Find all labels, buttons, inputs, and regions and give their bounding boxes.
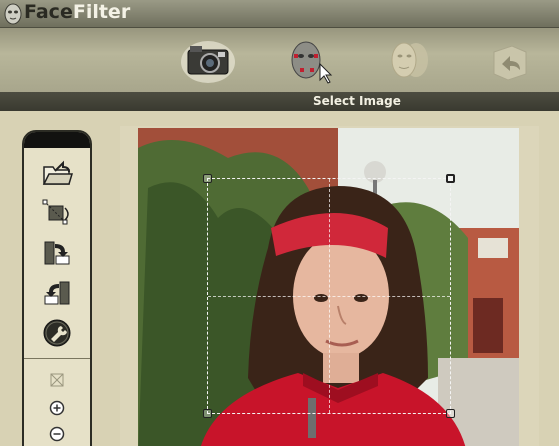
selection-guide-vertical bbox=[329, 179, 330, 413]
tool-panel-header bbox=[24, 132, 90, 148]
current-step-label: Select Image bbox=[313, 94, 401, 108]
adjust-button[interactable] bbox=[41, 318, 73, 348]
step-toolbar bbox=[0, 28, 559, 92]
zoom-out-button[interactable] bbox=[49, 426, 65, 442]
step-label-band: Select Image bbox=[0, 92, 559, 111]
app-title-filter: Filter bbox=[72, 1, 131, 23]
app-title-face: Face bbox=[24, 1, 73, 23]
camera-icon bbox=[181, 41, 235, 83]
app-title: FaceFilter bbox=[24, 1, 130, 23]
title-bar: FaceFilter bbox=[0, 0, 559, 28]
face-morph-icon bbox=[391, 42, 428, 78]
selection-handle-bottom-left[interactable] bbox=[203, 409, 212, 418]
step-save-button[interactable] bbox=[482, 36, 538, 84]
zoom-out-icon bbox=[49, 426, 65, 442]
open-folder-icon bbox=[42, 160, 74, 185]
zoom-fit-button[interactable] bbox=[49, 372, 65, 388]
selection-handle-bottom-right[interactable] bbox=[446, 409, 455, 418]
wrench-icon bbox=[43, 319, 71, 347]
flip-right-icon bbox=[44, 241, 70, 265]
selection-handle-top-right[interactable] bbox=[446, 174, 455, 183]
step-mark-face-button[interactable] bbox=[282, 36, 338, 84]
zoom-in-button[interactable] bbox=[49, 400, 65, 416]
crop-rotate-icon bbox=[42, 199, 69, 225]
open-image-button[interactable] bbox=[41, 158, 74, 188]
flip-back-button[interactable] bbox=[41, 278, 73, 308]
tool-divider bbox=[24, 358, 90, 359]
step-select-image-button[interactable] bbox=[180, 36, 236, 84]
image-canvas[interactable] bbox=[120, 126, 539, 446]
face-mask-icon bbox=[3, 3, 23, 25]
zoom-fit-icon bbox=[50, 373, 64, 387]
crop-rotate-button[interactable] bbox=[41, 198, 73, 228]
tool-panel bbox=[22, 130, 92, 446]
face-selection-box[interactable] bbox=[203, 174, 455, 418]
face-points-icon bbox=[291, 41, 333, 84]
step-morph-button[interactable] bbox=[382, 36, 438, 84]
selection-handle-top-left[interactable] bbox=[203, 174, 212, 183]
flip-left-icon bbox=[44, 281, 70, 305]
flip-horizontal-button[interactable] bbox=[41, 238, 73, 268]
save-arrow-icon bbox=[493, 45, 527, 81]
zoom-in-icon bbox=[49, 400, 65, 416]
